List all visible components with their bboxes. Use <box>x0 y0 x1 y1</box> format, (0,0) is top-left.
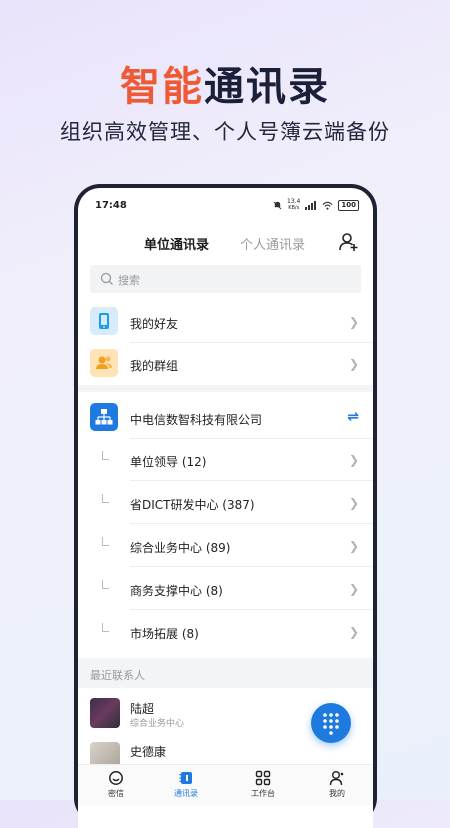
nav-label: 通讯录 <box>174 789 198 798</box>
contacts-book-icon <box>179 772 192 784</box>
section-gap <box>78 385 373 392</box>
search-icon <box>100 272 113 285</box>
signal-icon <box>305 200 317 210</box>
recent-contacts-title: 最近联系人 <box>90 669 145 682</box>
chevron-right-icon: ❯ <box>348 625 359 639</box>
my-groups-row[interactable]: 我的群组 ❯ <box>78 343 373 385</box>
mute-icon <box>273 201 282 209</box>
divider <box>130 523 373 524</box>
nav-label: 密信 <box>108 789 124 798</box>
dialpad-icon <box>323 713 339 735</box>
phone-device-icon <box>99 313 109 329</box>
nav-label: 工作台 <box>251 789 275 798</box>
divider <box>130 566 373 567</box>
nav-item-profile[interactable]: 我的 <box>307 767 367 799</box>
contact-name: 史德康 <box>130 745 167 759</box>
headline-rest: 通讯录 <box>204 64 330 110</box>
phone-frame: 17:48 13.4 KB/s 100 单位通讯录 个人通讯录 搜索 我的好友 … <box>74 184 377 828</box>
department-row[interactable]: 单位领导 (12) ❯ <box>78 439 373 481</box>
switch-org-icon[interactable]: ⇌ <box>347 409 359 425</box>
tree-branch-icon <box>102 494 109 503</box>
network-speed-unit: KB/s <box>288 205 300 211</box>
status-time: 17:48 <box>95 200 127 211</box>
org-chart-icon <box>95 409 113 425</box>
my-friends-label: 我的好友 <box>130 317 179 331</box>
avatar <box>90 698 120 728</box>
nav-label: 我的 <box>329 789 345 798</box>
tree-branch-icon <box>102 580 109 589</box>
my-friends-row[interactable]: 我的好友 ❯ <box>78 301 373 343</box>
my-groups-label: 我的群组 <box>130 359 179 373</box>
network-speed: 13.4 KB/s <box>287 198 301 212</box>
department-label: 商务支撑中心 (8) <box>130 584 223 598</box>
contact-dept: 综合业务中心 <box>130 719 185 729</box>
chevron-right-icon: ❯ <box>348 582 359 596</box>
chevron-right-icon: ❯ <box>348 357 359 371</box>
status-icons: 13.4 KB/s 100 <box>273 199 359 211</box>
search-input[interactable]: 搜索 <box>90 265 361 293</box>
dialpad-button[interactable] <box>311 703 351 743</box>
add-contact-icon[interactable] <box>339 232 359 252</box>
org-row[interactable]: 中电信数智科技有限公司 ⇌ <box>78 397 373 439</box>
battery-indicator: 100 <box>338 199 359 211</box>
department-row[interactable]: 市场拓展 (8) ❯ <box>78 611 373 653</box>
phone-screen: 17:48 13.4 KB/s 100 单位通讯录 个人通讯录 搜索 我的好友 … <box>78 188 373 828</box>
chat-icon <box>109 771 123 785</box>
status-bar: 17:48 13.4 KB/s 100 <box>78 188 373 220</box>
contact-name: 陆超 <box>130 702 155 716</box>
department-label: 市场拓展 (8) <box>130 627 199 641</box>
user-icon <box>329 771 344 786</box>
headline-accent: 智能 <box>120 64 204 110</box>
department-row[interactable]: 商务支撑中心 (8) ❯ <box>78 568 373 610</box>
bottom-nav: 密信 通讯录 工作台 我的 <box>78 764 373 805</box>
contact-tabs: 单位通讯录 个人通讯录 <box>78 230 373 258</box>
recent-contacts-header: 最近联系人 <box>78 658 373 688</box>
chevron-right-icon: ❯ <box>348 453 359 467</box>
divider <box>130 480 373 481</box>
nav-item-contacts[interactable]: 通讯录 <box>156 767 216 799</box>
tree-branch-icon <box>102 537 109 546</box>
org-name: 中电信数智科技有限公司 <box>130 413 263 427</box>
org-icon-box <box>90 403 118 431</box>
chevron-right-icon: ❯ <box>348 315 359 329</box>
group-icon <box>96 356 112 369</box>
grid-apps-icon <box>255 770 271 786</box>
tree-branch-icon <box>102 451 109 460</box>
divider <box>130 609 373 610</box>
network-speed-value: 13.4 <box>287 198 301 205</box>
department-label: 单位领导 (12) <box>130 455 207 469</box>
tab-personal-contacts[interactable]: 个人通讯录 <box>240 234 305 253</box>
tab-org-contacts[interactable]: 单位通讯录 <box>144 234 209 253</box>
subtitle: 组织高效管理、个人号簿云端备份 <box>60 120 390 144</box>
tree-branch-icon <box>102 623 109 632</box>
chevron-right-icon: ❯ <box>348 496 359 510</box>
search-placeholder: 搜索 <box>118 274 140 287</box>
department-row[interactable]: 省DICT研发中心 (387) ❯ <box>78 482 373 524</box>
department-label: 省DICT研发中心 (387) <box>130 498 255 512</box>
wifi-icon <box>322 201 333 210</box>
department-label: 综合业务中心 (89) <box>130 541 231 555</box>
nav-item-workbench[interactable]: 工作台 <box>233 767 293 799</box>
department-row[interactable]: 综合业务中心 (89) ❯ <box>78 525 373 567</box>
chevron-right-icon: ❯ <box>348 539 359 553</box>
groups-icon-box <box>90 349 118 377</box>
nav-item-messages[interactable]: 密信 <box>86 767 146 799</box>
headline: 智能通讯录 <box>0 54 450 112</box>
friends-icon-box <box>90 307 118 335</box>
